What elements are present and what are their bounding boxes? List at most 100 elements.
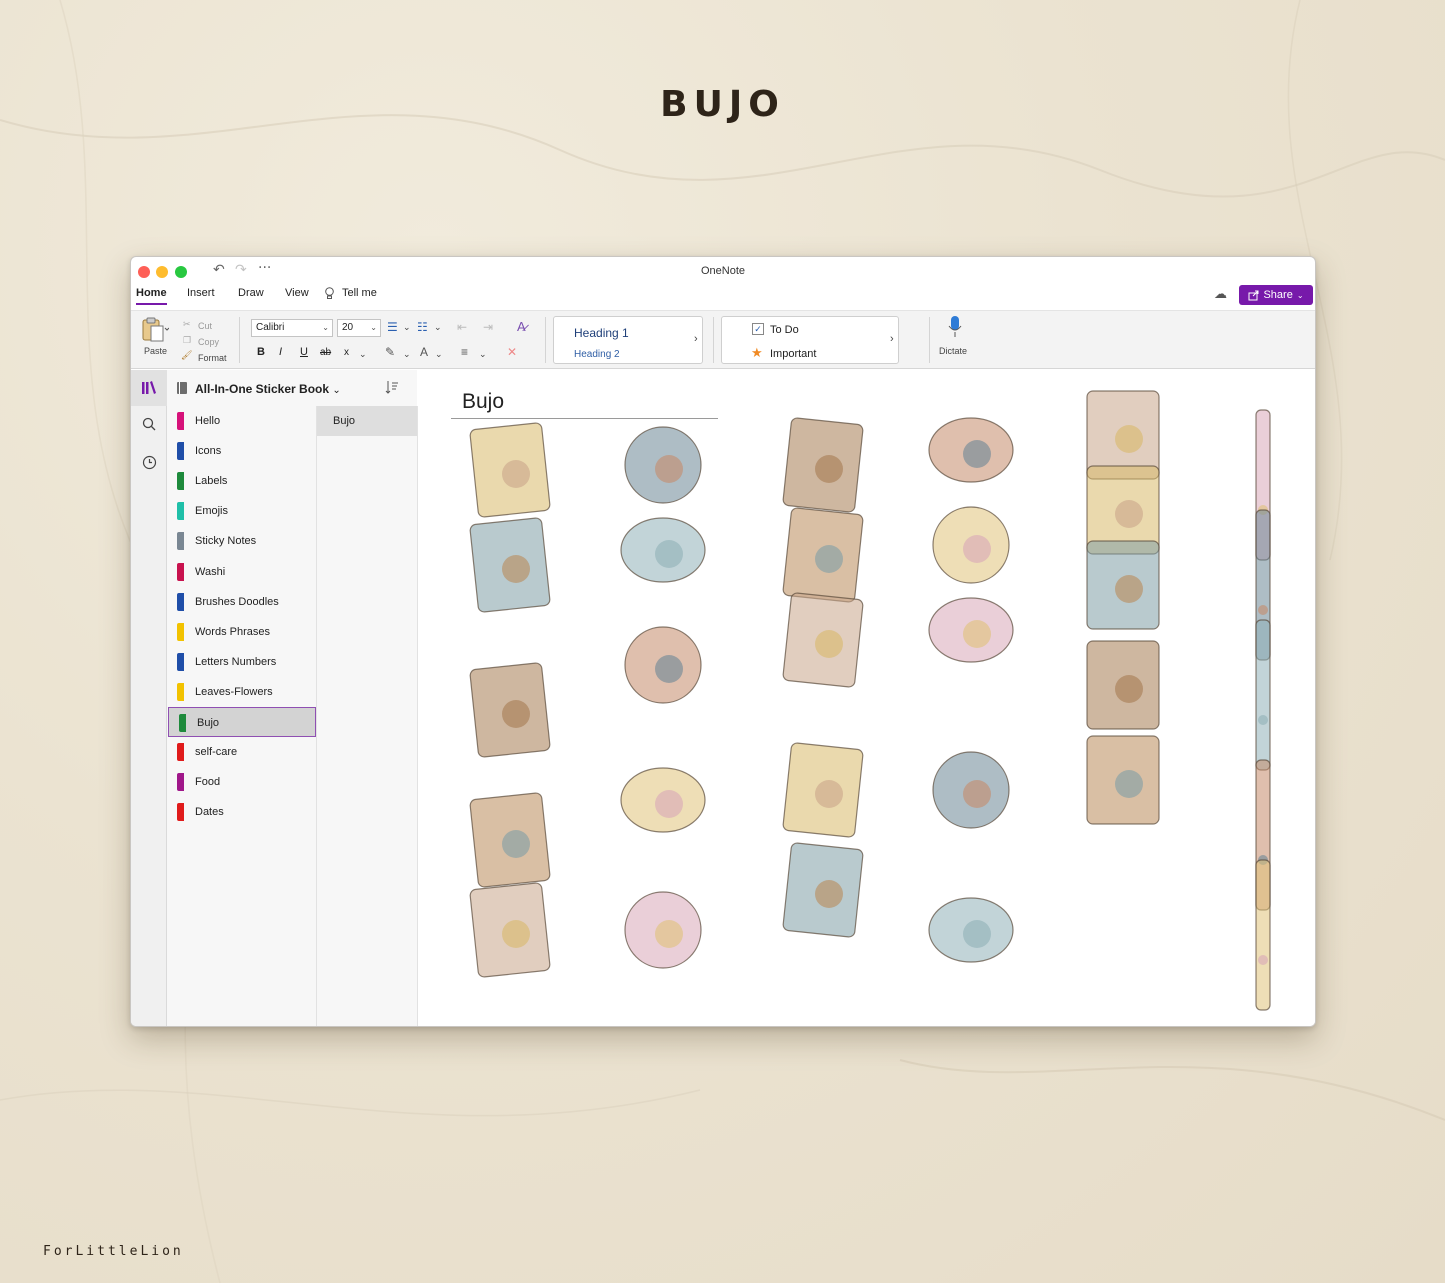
page-item-bujo[interactable]: Bujo: [317, 406, 417, 436]
chevron-down-icon[interactable]: ⌄: [359, 349, 367, 360]
sticker-keyhole-tag[interactable]: [932, 751, 1010, 829]
format-painter-button[interactable]: Format: [198, 353, 227, 363]
sticker-washi-tape-roll[interactable]: [782, 417, 864, 513]
clear-formatting-icon[interactable]: ✕: [507, 345, 517, 359]
chevron-down-icon[interactable]: ⌄: [403, 322, 411, 333]
underline-button[interactable]: U: [300, 346, 308, 358]
font-color-icon[interactable]: A: [420, 345, 428, 359]
heading-2-style[interactable]: Heading 2: [574, 349, 620, 360]
section-item-dates[interactable]: Dates: [167, 797, 317, 827]
sticker-watercolor-palette[interactable]: [469, 662, 551, 758]
share-button[interactable]: Share ⌄: [1239, 285, 1313, 305]
section-item-bujo[interactable]: Bujo: [168, 707, 316, 737]
styles-pane-icon[interactable]: A̷: [517, 319, 526, 334]
sticker-rubber-stamp[interactable]: [782, 842, 864, 938]
heading-1-style[interactable]: Heading 1: [574, 326, 629, 340]
sticker-tote-bag[interactable]: [782, 742, 864, 838]
chevron-down-icon[interactable]: ⌄: [434, 322, 442, 333]
sticker-clipboard[interactable]: [469, 422, 551, 518]
font-family-select[interactable]: Calibri ⌄: [251, 319, 333, 337]
sticker-polaroid-photo[interactable]: [932, 506, 1010, 584]
chevron-right-icon[interactable]: ›: [694, 333, 698, 345]
section-label: Labels: [195, 475, 228, 488]
chevron-right-icon[interactable]: ›: [890, 333, 894, 345]
sticker-tea-tin[interactable]: [624, 426, 702, 504]
section-color-tab: [177, 592, 184, 611]
chevron-down-icon[interactable]: ⌄: [435, 349, 443, 360]
styles-gallery[interactable]: Heading 1 Heading 2 ›: [553, 316, 703, 364]
sticker-washi-tape-dark[interactable]: [928, 597, 1014, 663]
paste-icon[interactable]: [141, 317, 169, 343]
chevron-down-icon[interactable]: ⌄: [479, 349, 487, 360]
sticker-pink-heart[interactable]: [1086, 735, 1160, 825]
copy-icon[interactable]: ❐: [183, 335, 191, 346]
section-item-labels[interactable]: Labels: [167, 466, 317, 496]
notebook-selector[interactable]: All-In-One Sticker Book ⌄: [195, 382, 341, 396]
sticker-travelers-notebook[interactable]: [469, 517, 551, 613]
microphone-icon[interactable]: [948, 315, 962, 339]
sticker-washi-roll-grey[interactable]: [1086, 640, 1160, 730]
tab-draw[interactable]: Draw: [238, 287, 264, 299]
section-item-words-phrases[interactable]: Words Phrases: [167, 617, 317, 647]
divider: [929, 317, 930, 363]
sticker-camera[interactable]: [469, 792, 551, 888]
copy-button[interactable]: Copy: [198, 337, 219, 347]
search-icon[interactable]: [131, 406, 167, 442]
cut-icon[interactable]: ✂: [183, 319, 191, 330]
numbered-list-icon[interactable]: ☷: [417, 320, 428, 334]
dictate-button[interactable]: Dictate: [939, 346, 967, 356]
section-item-leaves-flowers[interactable]: Leaves-Flowers: [167, 677, 317, 707]
align-icon[interactable]: ≡: [461, 345, 468, 359]
tags-gallery[interactable]: ✓ To Do ★ Important ›: [721, 316, 899, 364]
section-item-washi[interactable]: Washi: [167, 557, 317, 587]
section-item-letters-numbers[interactable]: Letters Numbers: [167, 647, 317, 677]
page-canvas[interactable]: Bujo: [418, 370, 1315, 1026]
cut-button[interactable]: Cut: [198, 321, 212, 331]
tell-me-search[interactable]: Tell me: [342, 287, 377, 299]
section-item-self-care[interactable]: self-care: [167, 737, 317, 767]
subscript-button[interactable]: x: [344, 347, 349, 358]
tab-home[interactable]: Home: [136, 287, 167, 305]
sticker-messenger-bag[interactable]: [624, 891, 702, 969]
section-item-icons[interactable]: Icons: [167, 436, 317, 466]
section-item-sticky-notes[interactable]: Sticky Notes: [167, 526, 317, 556]
strikethrough-button[interactable]: ab: [320, 347, 331, 358]
bold-button[interactable]: B: [257, 346, 265, 358]
bullet-list-icon[interactable]: ☰: [387, 320, 398, 334]
paste-button[interactable]: Paste: [144, 346, 167, 356]
page-label: Bujo: [333, 415, 356, 427]
tab-insert[interactable]: Insert: [187, 287, 215, 299]
format-painter-icon[interactable]: 🖌: [181, 350, 192, 361]
section-item-food[interactable]: Food: [167, 767, 317, 797]
sticker-ring-holder[interactable]: [782, 592, 864, 688]
sticker-pen-tall[interactable]: [1255, 619, 1271, 771]
sticker-wax-stamp[interactable]: [624, 626, 702, 704]
section-item-hello[interactable]: Hello: [167, 406, 317, 436]
section-item-brushes-doodles[interactable]: Brushes Doodles: [167, 587, 317, 617]
font-size-select[interactable]: 20 ⌄: [337, 319, 381, 337]
sticker-crossbody-bag[interactable]: [620, 767, 706, 833]
important-tag[interactable]: Important: [770, 348, 816, 360]
outdent-icon[interactable]: ⇤: [457, 320, 467, 334]
sort-icon[interactable]: [385, 380, 399, 395]
app-title: OneNote: [700, 265, 746, 277]
sticker-cat-calculator[interactable]: [782, 507, 864, 603]
section-item-emojis[interactable]: Emojis: [167, 496, 317, 526]
cloud-sync-icon[interactable]: ☁: [1214, 286, 1227, 302]
sticker-stamp-block[interactable]: [1086, 540, 1160, 630]
notebooks-icon[interactable]: [131, 370, 167, 406]
sticker-marker[interactable]: [1255, 859, 1271, 1011]
navigation-rail: [131, 370, 167, 1026]
recent-clock-icon[interactable]: [131, 444, 167, 480]
indent-icon[interactable]: ⇥: [483, 320, 493, 334]
todo-tag[interactable]: To Do: [770, 324, 799, 336]
italic-button[interactable]: I: [279, 346, 282, 358]
highlighter-icon[interactable]: ✎: [385, 345, 395, 359]
sticker-leather-wallet[interactable]: [620, 517, 706, 583]
tab-view[interactable]: View: [285, 287, 309, 299]
sticker-open-notebook[interactable]: [928, 417, 1014, 483]
sticker-envelope[interactable]: [928, 897, 1014, 963]
notebook-icon: [177, 382, 187, 394]
sticker-binder-clip[interactable]: [469, 882, 551, 978]
chevron-down-icon[interactable]: ⌄: [403, 349, 411, 360]
